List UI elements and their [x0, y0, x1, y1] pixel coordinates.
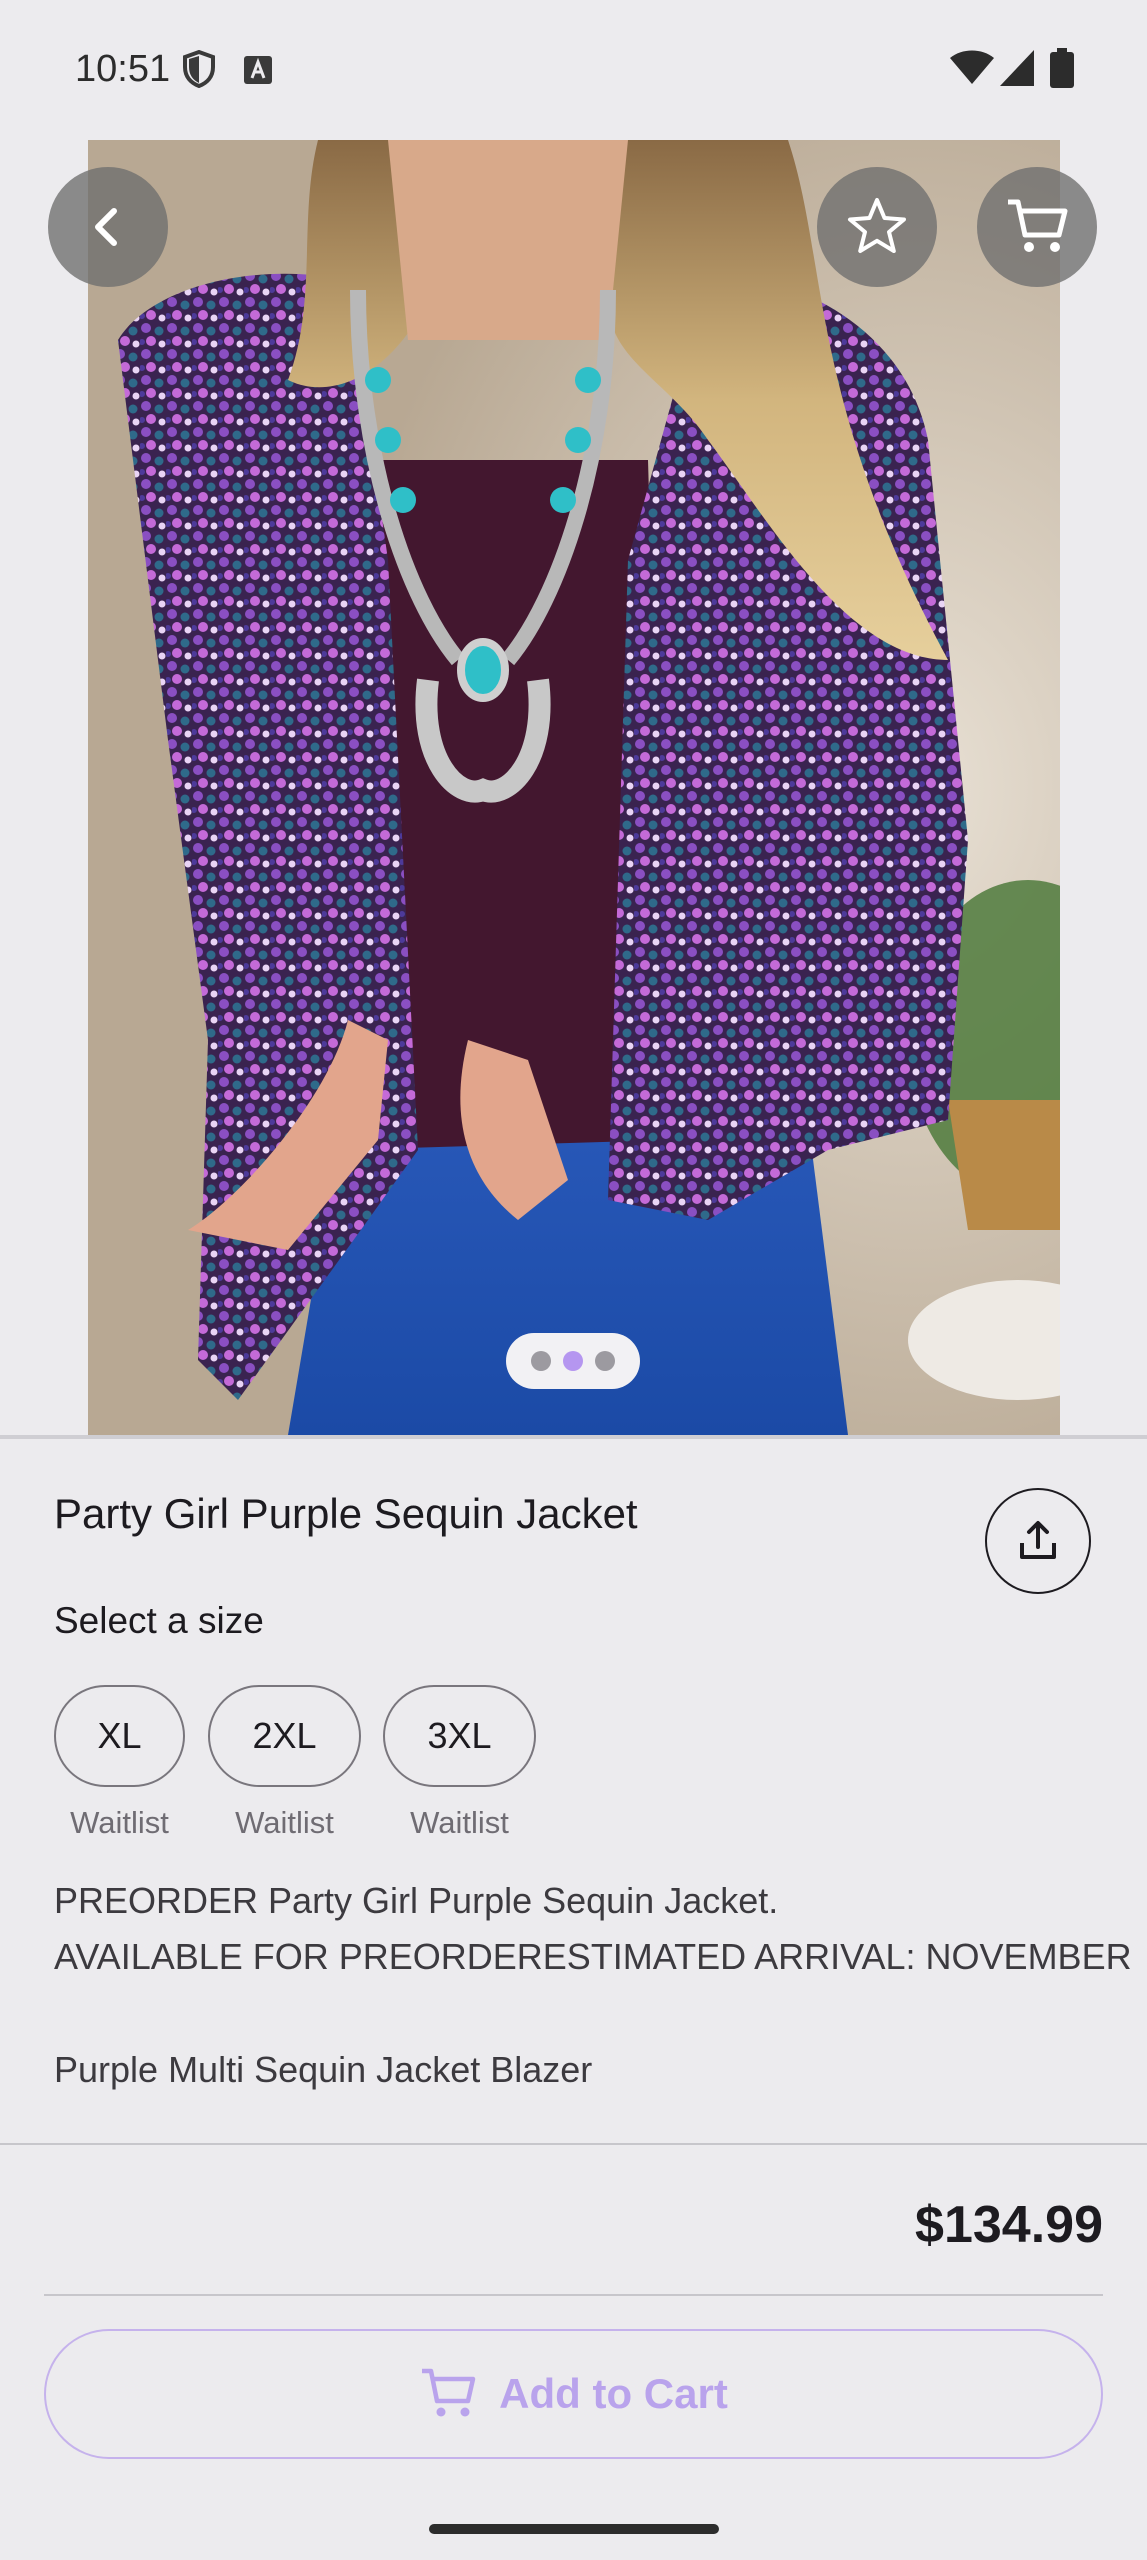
description-line: Purple Multi Sequin Jacket Blazer	[54, 2049, 593, 2090]
product-price: $134.99	[915, 2196, 1103, 2254]
cart-button[interactable]	[977, 167, 1097, 287]
status-time: 10:51	[75, 48, 171, 90]
cart-icon	[1008, 199, 1068, 252]
signal-icon	[1000, 50, 1034, 86]
description-line: PREORDER Party Girl Purple Sequin Jacket…	[54, 1880, 779, 1921]
shield-icon	[183, 50, 215, 88]
wifi-icon	[950, 50, 994, 84]
back-arrow-icon	[95, 208, 117, 246]
font-a-icon	[244, 56, 272, 84]
add-to-cart-label: Add to Cart	[499, 2370, 728, 2417]
size-option-xl[interactable]: XL	[54, 1685, 185, 1787]
product-image[interactable]	[88, 140, 1060, 1435]
add-to-cart-button[interactable]: Add to Cart	[44, 2329, 1103, 2459]
carousel-indicator[interactable]	[506, 1333, 640, 1389]
image-divider	[0, 1435, 1147, 1439]
back-button[interactable]	[48, 167, 168, 287]
product-title: Party Girl Purple Sequin Jacket	[54, 1490, 638, 1537]
size-status-2xl: Waitlist	[235, 1805, 334, 1840]
price-divider	[44, 2294, 1103, 2296]
battery-icon	[1050, 48, 1074, 88]
carousel-dot-active[interactable]	[563, 1351, 583, 1371]
share-button[interactable]	[985, 1488, 1091, 1594]
status-bar: 10:51	[0, 0, 1147, 140]
share-icon	[1020, 1521, 1056, 1559]
size-status-3xl: Waitlist	[410, 1805, 509, 1840]
size-status-xl: Waitlist	[70, 1805, 169, 1840]
cart-icon	[422, 2368, 476, 2417]
carousel-dot[interactable]	[595, 1351, 615, 1371]
product-photo	[88, 140, 1060, 1435]
carousel-dot[interactable]	[531, 1351, 551, 1371]
size-option-2xl[interactable]: 2XL	[208, 1685, 361, 1787]
star-icon	[848, 198, 906, 253]
size-option-3xl[interactable]: 3XL	[383, 1685, 536, 1787]
favorite-button[interactable]	[817, 167, 937, 287]
description-line: AVAILABLE FOR PREORDERESTIMATED ARRIVAL:…	[54, 1936, 1132, 1977]
section-divider	[0, 2143, 1147, 2145]
home-indicator[interactable]	[429, 2524, 719, 2534]
size-selector-label: Select a size	[54, 1600, 264, 1641]
